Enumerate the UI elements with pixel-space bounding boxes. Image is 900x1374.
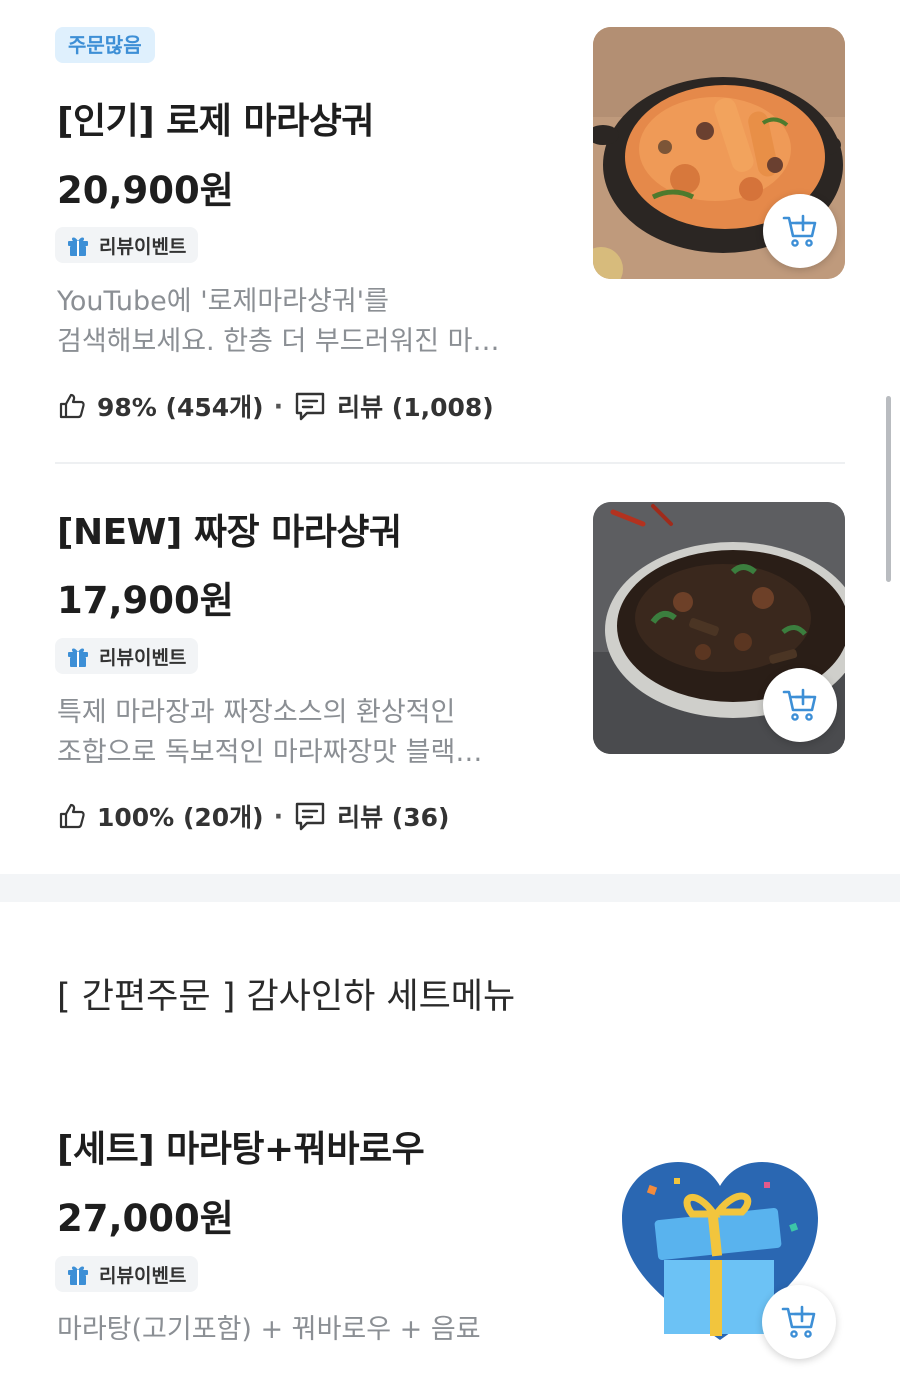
event-badge-label: 리뷰이벤트: [99, 1264, 187, 1287]
add-to-cart-button[interactable]: [763, 194, 837, 268]
item-price: 20,900원: [57, 169, 234, 212]
item-stats: 100% (20개) · 리뷰 (36): [57, 798, 449, 834]
like-rate: 98% (454개): [97, 393, 264, 422]
cart-plus-icon: [781, 1305, 816, 1338]
like-rate: 100% (20개): [97, 803, 264, 832]
review-event-badge: 리뷰이벤트: [55, 1256, 199, 1292]
item-price: 27,000원: [57, 1197, 234, 1240]
gift-icon: [68, 648, 88, 667]
cart-plus-icon: [782, 214, 817, 247]
cart-plus-icon: [782, 688, 817, 721]
thumbs-up-icon: [59, 393, 85, 419]
item-description: 특제 마라장과 짜장소스의 환상적인 조합으로 독보적인 마라짜장맛 블랙…: [57, 693, 557, 773]
item-price: 17,900원: [57, 579, 234, 622]
description-line-2: 조합으로 독보적인 마라짜장맛 블랙…: [57, 737, 483, 768]
item-stats: 98% (454개) · 리뷰 (1,008): [57, 388, 494, 424]
menu-item-jjajang-malaxiangguo[interactable]: [NEW] 짜장 마라샹궈 17,900원 리뷰이벤트 특제 마라장과 짜장소스…: [0, 464, 900, 874]
add-to-cart-button[interactable]: [763, 668, 837, 742]
description-line-2: 검색해보세요. 한층 더 부드러워진 마…: [57, 326, 500, 357]
separator-dot: ·: [273, 391, 284, 421]
menu-item-rose-malaxiangguo[interactable]: 주문많음 [인기] 로제 마라샹궈 20,900원 리뷰이벤트 YouTube에…: [0, 0, 900, 462]
thumbs-up-icon: [59, 803, 85, 829]
review-bubble-icon: [295, 802, 325, 831]
popular-order-badge: 주문많음: [55, 27, 155, 63]
section-title: [ 간편주문 ] 감사인하 세트메뉴: [57, 977, 516, 1017]
item-description: YouTube에 '로제마라샹궈'를 검색해보세요. 한층 더 부드러워진 마…: [57, 282, 557, 362]
section-separator: [0, 874, 900, 902]
scrollbar-thumb[interactable]: [886, 396, 891, 582]
gift-icon: [68, 1266, 88, 1285]
item-title: [NEW] 짜장 마라샹궈: [57, 512, 402, 553]
item-title: [세트] 마라탕+꿔바로우: [57, 1129, 425, 1170]
description-line-1: 마라탕(고기포함) + 꿔바로우 + 음료: [57, 1314, 481, 1345]
separator-dot: ·: [273, 801, 284, 831]
description-line-1: YouTube에 '로제마라샹궈'를: [57, 286, 389, 317]
review-event-badge: 리뷰이벤트: [55, 227, 199, 263]
menu-item-set-malatang-guobaorou[interactable]: [세트] 마라탕+꿔바로우 27,000원 리뷰이벤트 마라탕(고기포함) + …: [0, 1090, 900, 1374]
review-event-badge: 리뷰이벤트: [55, 638, 199, 674]
review-count: 리뷰 (1,008): [337, 393, 494, 422]
add-to-cart-button[interactable]: [762, 1285, 836, 1359]
description-line-1: 특제 마라장과 짜장소스의 환상적인: [57, 697, 456, 728]
event-badge-label: 리뷰이벤트: [99, 235, 187, 258]
review-count: 리뷰 (36): [337, 803, 450, 832]
item-description: 마라탕(고기포함) + 꿔바로우 + 음료: [57, 1310, 557, 1350]
review-bubble-icon: [295, 392, 325, 421]
event-badge-label: 리뷰이벤트: [99, 646, 187, 669]
item-title: [인기] 로제 마라샹궈: [57, 101, 374, 142]
gift-icon: [68, 237, 88, 256]
